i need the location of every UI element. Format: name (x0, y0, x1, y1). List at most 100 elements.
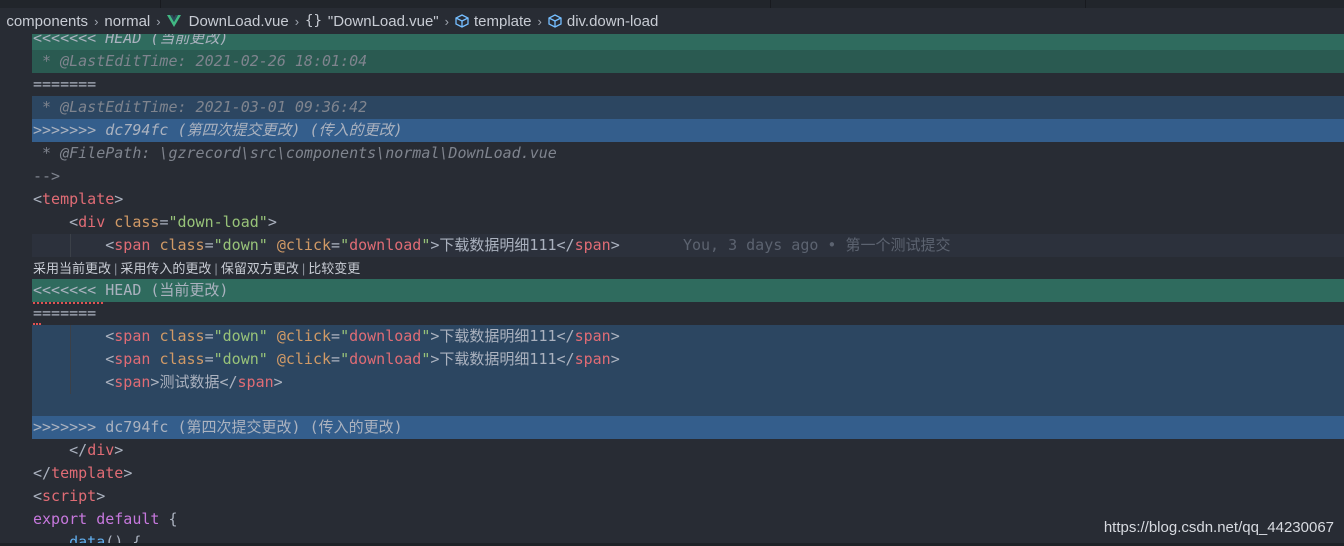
attr-click: @click (276, 327, 332, 345)
attr-quote: " (340, 327, 350, 345)
code-line-blank (0, 394, 1344, 417)
breadcrumb-item-module[interactable]: {} "DownLoad.vue" (305, 13, 439, 30)
tag-span-close: span (574, 236, 611, 254)
tag-div-close: div (87, 441, 115, 459)
attr-value: "down-load" (168, 213, 268, 231)
span-text: 测试数据 (159, 373, 220, 391)
conflict-separator: ======= (33, 75, 97, 93)
attr-value-handler: download (349, 327, 422, 345)
breadcrumb-template-label: template (473, 12, 532, 30)
code-line: <div class="down-load"> (69, 213, 277, 231)
tag-span: span (114, 350, 151, 368)
breadcrumb-item-file[interactable]: DownLoad.vue (166, 13, 289, 30)
attr-class: class (159, 327, 205, 345)
brace-open: { (159, 510, 178, 528)
breadcrumb-item-components[interactable]: components (6, 13, 88, 30)
tab-separator (160, 0, 161, 8)
comment-current-edit-time: * @LastEditTime: 2021-02-26 18:01:04 (33, 52, 368, 70)
attr-class: class (159, 350, 205, 368)
braces-icon: {} (305, 13, 322, 29)
tag-span: span (114, 373, 151, 391)
tag-span-close: span (574, 327, 611, 345)
separator: | (214, 261, 218, 276)
attr-quote: " (340, 236, 350, 254)
chevron-right-icon: › (156, 13, 161, 29)
breadcrumb-module-label: "DownLoad.vue" (327, 12, 439, 30)
gutter (0, 34, 32, 50)
chevron-right-icon: › (294, 13, 300, 29)
indent-guide (70, 325, 71, 394)
span-text: 下载数据明细111 (439, 327, 557, 345)
span-text: 下载数据明细111 (439, 350, 557, 368)
conflict-separator: ======= (33, 304, 97, 322)
cube-icon (548, 14, 562, 28)
indent-guide (70, 234, 71, 257)
comment-filepath: * @FilePath: \gzrecord\src\components\no… (33, 144, 557, 162)
conflict-marker-head: <<<<<<< HEAD (当前更改) (33, 34, 229, 47)
vue-icon (166, 15, 181, 27)
chevron-right-icon: › (94, 13, 99, 29)
code-line: * @LastEditTime: 2021-02-26 18:01:04 (0, 50, 1344, 73)
tag-span-close: span (574, 350, 611, 368)
breadcrumb-item-template[interactable]: template (455, 13, 532, 30)
attr-value: "down" (213, 350, 268, 368)
attr-quote: " (340, 350, 350, 368)
gutter (0, 348, 32, 371)
accept-both-changes-link[interactable]: 保留双方更改 (221, 261, 299, 276)
tag-div: div (78, 213, 106, 231)
code-line: >>>>>>> dc794fc (第四次提交更改) (传入的更改) (0, 416, 1344, 439)
tag-span-close: span (237, 373, 274, 391)
breadcrumb-div-label: div.down-load (566, 12, 659, 30)
keyword-default: default (96, 510, 160, 528)
gutter (0, 119, 32, 142)
attr-value: "down" (213, 327, 268, 345)
comment-end: --> (33, 167, 61, 185)
attr-click: @click (276, 236, 332, 254)
code-line: >>>>>>> dc794fc (第四次提交更改) (传入的更改) (0, 119, 1344, 142)
merge-conflict-actions: 采用当前更改 | 采用传入的更改 | 保留双方更改 | 比较变更 (33, 259, 360, 279)
breadcrumb-item-div[interactable]: div.down-load (548, 13, 658, 30)
attr-value-handler: download (349, 350, 422, 368)
attr-value-handler: download (349, 236, 422, 254)
watermark: https://blog.csdn.net/qq_44230067 (1103, 519, 1334, 536)
code-line: ======= (0, 73, 1344, 96)
gutter (0, 416, 32, 439)
gutter (0, 96, 32, 119)
code-line: ======= (0, 302, 1344, 325)
gutter (0, 371, 32, 394)
compare-changes-link[interactable]: 比较变更 (308, 261, 360, 276)
chevron-right-icon: › (444, 13, 449, 29)
gutter (0, 325, 32, 348)
separator: | (301, 261, 306, 276)
code-line: * @LastEditTime: 2021-03-01 09:36:42 (0, 96, 1344, 119)
attr-click: @click (276, 350, 332, 368)
code-line: <<<<<<< HEAD (当前更改) (0, 279, 1344, 302)
conflict-marker-incoming: >>>>>>> dc794fc (第四次提交更改) (传入的更改) (33, 418, 403, 436)
code-line: <span class="down" @click="download">下载数… (0, 348, 1344, 371)
code-line: * @FilePath: \gzrecord\src\components\no… (0, 142, 1344, 165)
tag-span: span (114, 236, 151, 254)
gutter (0, 279, 32, 302)
git-blame-annotation: You, 3 days ago • 第一个测试提交 (682, 236, 951, 254)
breadcrumb: › components › normal › DownLoad.vue › {… (0, 8, 1344, 34)
code-line: </div> (69, 441, 124, 459)
breadcrumb-item-normal[interactable]: normal (104, 13, 150, 30)
attr-class: class (159, 236, 205, 254)
tag-script: script (42, 487, 97, 505)
tab-separator (1085, 0, 1086, 8)
tag-template-open: template (42, 190, 115, 208)
span-text: 下载数据明细111 (439, 236, 557, 254)
conflict-marker-head: <<<<<<< HEAD (当前更改) (33, 281, 229, 299)
tag-template-close: template (51, 464, 124, 482)
keyword-export: export (33, 510, 88, 528)
attr-class: class (114, 213, 160, 231)
gutter (0, 394, 32, 417)
accept-incoming-change-link[interactable]: 采用传入的更改 (120, 261, 211, 276)
code-line-current: <span class="down" @click="download">下载数… (0, 234, 1344, 257)
comment-incoming-edit-time: * @LastEditTime: 2021-03-01 09:36:42 (33, 98, 368, 116)
attr-value: "down" (213, 236, 268, 254)
tab-separator (770, 0, 771, 8)
code-line: <span>测试数据</span> (0, 371, 1344, 394)
code-editor[interactable]: <<<<<<< HEAD (当前更改) * @LastEditTime: 202… (0, 34, 1344, 546)
accept-current-change-link[interactable]: 采用当前更改 (33, 261, 111, 276)
